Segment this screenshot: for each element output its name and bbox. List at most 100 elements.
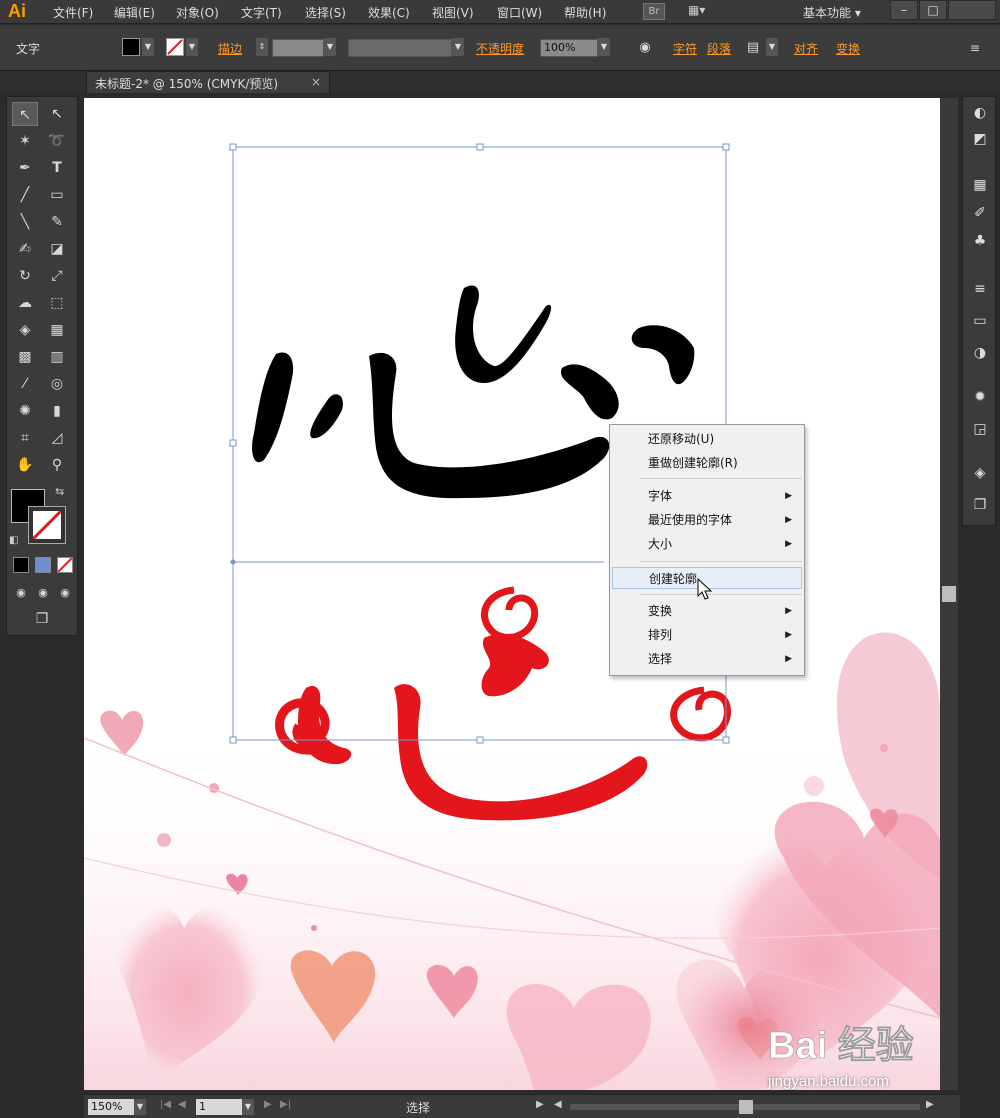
menu-effect[interactable]: 效果(C) xyxy=(368,4,410,21)
gradient-mode-icon[interactable] xyxy=(35,557,51,573)
menu-type[interactable]: 文字(T) xyxy=(241,4,282,21)
color-guide-icon[interactable]: ◩ xyxy=(970,129,990,149)
mesh-tool-icon[interactable]: ▩ xyxy=(12,345,38,369)
color-mode-icon[interactable] xyxy=(13,557,29,573)
rectangle-tool-icon[interactable]: ▭ xyxy=(44,183,70,207)
artboard-dropdown-icon[interactable]: ▼ xyxy=(242,1099,254,1115)
cm-arrange[interactable]: 排列 ▶ xyxy=(612,624,802,646)
opentype-icon[interactable]: ▤ xyxy=(740,36,766,60)
zoom-tool-icon[interactable]: ⚲ xyxy=(44,453,70,477)
menu-edit[interactable]: 编辑(E) xyxy=(114,4,155,21)
appearance-panel-icon[interactable]: ✹ xyxy=(970,387,990,407)
line-tool-icon[interactable]: ╱ xyxy=(12,183,38,207)
artboard-number-field[interactable]: 1 xyxy=(196,1099,242,1115)
variable-width-field[interactable] xyxy=(348,39,452,57)
stroke-panel-icon[interactable]: ≡ xyxy=(970,279,990,299)
stroke-link[interactable]: 描边 xyxy=(218,40,242,57)
zoom-dropdown-icon[interactable]: ▼ xyxy=(134,1099,146,1115)
draw-inside-icon[interactable]: ◉ xyxy=(55,581,75,605)
symbols-panel-icon[interactable]: ♣ xyxy=(970,231,990,251)
free-transform-tool-icon[interactable]: ⬚ xyxy=(44,291,70,315)
stroke-dropdown-icon[interactable]: ▼ xyxy=(186,38,198,56)
eraser-tool-icon[interactable]: ◪ xyxy=(44,237,70,261)
variable-width-dropdown-icon[interactable]: ▼ xyxy=(452,38,464,56)
pen-tool-icon[interactable]: ✒ xyxy=(12,156,38,180)
default-colors-icon[interactable]: ◧ xyxy=(9,535,18,546)
stroke-weight-field[interactable] xyxy=(272,39,324,57)
gradient-tool-icon[interactable]: ▥ xyxy=(44,345,70,369)
symbol-sprayer-tool-icon[interactable]: ✺ xyxy=(12,399,38,423)
blend-tool-icon[interactable]: ◎ xyxy=(44,372,70,396)
vertical-scrollbar[interactable] xyxy=(940,98,958,1090)
magic-wand-tool-icon[interactable]: ✶ xyxy=(12,129,38,153)
bridge-button[interactable]: Br xyxy=(643,3,665,20)
last-artboard-icon[interactable]: ▶| xyxy=(280,1099,291,1110)
fill-dropdown-icon[interactable]: ▼ xyxy=(142,38,154,56)
transform-link[interactable]: 变换 xyxy=(836,40,860,57)
artboard-tool-icon[interactable]: ⌗ xyxy=(12,426,38,450)
swap-colors-icon[interactable]: ⇆ xyxy=(55,485,64,498)
zoom-field[interactable]: 150% xyxy=(88,1099,134,1115)
document-tab[interactable]: 未标题-2* @ 150% (CMYK/预览) × xyxy=(86,71,330,93)
cm-size[interactable]: 大小 ▶ xyxy=(612,533,802,555)
none-mode-icon[interactable] xyxy=(57,557,73,573)
pencil-tool-icon[interactable]: ✎ xyxy=(44,210,70,234)
paragraph-link[interactable]: 段落 xyxy=(707,40,731,57)
type-tool-icon[interactable]: T xyxy=(44,156,70,180)
align-link[interactable]: 对齐 xyxy=(794,40,818,57)
next-artboard-icon[interactable]: ▶ xyxy=(264,1099,272,1110)
menu-select[interactable]: 选择(S) xyxy=(305,4,346,21)
cm-redo-outline[interactable]: 重做创建轮廓(R) xyxy=(612,452,802,474)
fill-swatch[interactable] xyxy=(122,38,140,56)
close-tab-icon[interactable]: × xyxy=(311,75,321,89)
paintbrush-tool-icon[interactable]: ╲ xyxy=(12,210,38,234)
opacity-dropdown-icon[interactable]: ▼ xyxy=(598,38,610,56)
panel-menu-icon[interactable]: ≡ xyxy=(962,36,988,60)
status-menu-icon[interactable]: ▶ xyxy=(536,1099,544,1110)
opacity-link[interactable]: 不透明度 xyxy=(476,40,524,57)
brushes-panel-icon[interactable]: ✐ xyxy=(970,203,990,223)
stroke-color-box[interactable] xyxy=(28,506,66,544)
cm-font[interactable]: 字体 ▶ xyxy=(612,485,802,507)
opentype-dropdown-icon[interactable]: ▼ xyxy=(766,38,778,56)
blob-brush-tool-icon[interactable]: ✍ xyxy=(12,237,38,261)
draw-behind-icon[interactable]: ◉ xyxy=(33,581,53,605)
opacity-field[interactable]: 100% xyxy=(540,39,598,57)
scale-tool-icon[interactable]: ⤢ xyxy=(44,264,70,288)
scroll-left-icon[interactable]: ◀ xyxy=(554,1099,562,1110)
stroke-weight-dropdown-icon[interactable]: ▼ xyxy=(324,38,336,56)
graphic-styles-panel-icon[interactable]: ◲ xyxy=(970,419,990,439)
perspective-grid-tool-icon[interactable]: ▦ xyxy=(44,318,70,342)
column-graph-tool-icon[interactable]: ▮ xyxy=(44,399,70,423)
warp-tool-icon[interactable]: ☁ xyxy=(12,291,38,315)
scroll-right-icon[interactable]: ▶ xyxy=(926,1099,934,1110)
character-link[interactable]: 字符 xyxy=(673,40,697,57)
slice-tool-icon[interactable]: ◿ xyxy=(44,426,70,450)
cm-transform[interactable]: 变换 ▶ xyxy=(612,600,802,622)
menu-window[interactable]: 窗口(W) xyxy=(497,4,542,21)
stroke-swatch[interactable] xyxy=(166,38,184,56)
screen-mode-icon[interactable]: ❐ xyxy=(29,607,55,631)
arrange-documents-icon[interactable]: ▦▾ xyxy=(688,3,718,20)
layers-panel-icon[interactable]: ◈ xyxy=(970,463,990,483)
maximize-button[interactable]: □ xyxy=(919,0,947,20)
color-panel-icon[interactable]: ◐ xyxy=(970,103,990,123)
menu-file[interactable]: 文件(F) xyxy=(53,4,93,21)
stroke-weight-stepper[interactable]: ⇕ xyxy=(256,38,268,56)
lasso-tool-icon[interactable]: ➰ xyxy=(44,129,70,153)
artboard-canvas[interactable] xyxy=(84,98,940,1090)
prev-artboard-icon[interactable]: ◀ xyxy=(178,1099,186,1110)
menu-view[interactable]: 视图(V) xyxy=(432,4,474,21)
hand-tool-icon[interactable]: ✋ xyxy=(12,453,38,477)
artboards-panel-icon[interactable]: ❐ xyxy=(970,495,990,515)
shape-builder-tool-icon[interactable]: ◈ xyxy=(12,318,38,342)
cm-select[interactable]: 选择 ▶ xyxy=(612,648,802,670)
rotate-tool-icon[interactable]: ↻ xyxy=(12,264,38,288)
swatches-panel-icon[interactable]: ▦ xyxy=(970,175,990,195)
menu-object[interactable]: 对象(O) xyxy=(176,4,219,21)
minimize-button[interactable]: – xyxy=(890,0,918,20)
draw-normal-icon[interactable]: ◉ xyxy=(11,581,31,605)
transparency-panel-icon[interactable]: ◑ xyxy=(970,343,990,363)
scrollbar-thumb[interactable] xyxy=(942,586,956,602)
selection-tool-icon[interactable]: ↖ xyxy=(12,102,38,126)
